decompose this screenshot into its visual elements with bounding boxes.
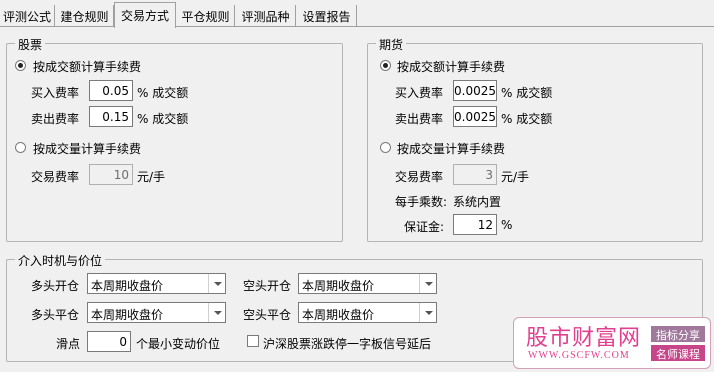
tab-formula[interactable]: 评测公式: [0, 5, 55, 27]
tab-open-rules[interactable]: 建仓规则: [56, 5, 114, 27]
long-close-label: 多头平仓: [31, 308, 80, 322]
tab-instruments[interactable]: 评测品种: [236, 5, 296, 27]
long-open-label: 多头开仓: [31, 279, 80, 293]
stock-buy-rate-input[interactable]: 0.05: [89, 80, 133, 101]
limit-delay-checkbox[interactable]: [247, 335, 259, 347]
futures-margin-unit: %: [501, 218, 513, 232]
futures-multiplier-label: 每手乘数:: [395, 195, 448, 209]
tab-report[interactable]: 设置报告: [297, 5, 357, 27]
stock-radio-by-volume[interactable]: [15, 142, 26, 153]
limit-delay-label[interactable]: 沪深股票涨跌停一字板信号延后: [263, 335, 431, 352]
stock-fee-rate-unit: 元/手: [137, 170, 166, 184]
tab-close-rules[interactable]: 平仓规则: [177, 5, 235, 27]
stock-radio-by-amount-label: 按成交额计算手续费: [33, 60, 142, 74]
watermark-url: WWW.GSCFW.COM: [528, 350, 630, 361]
chevron-down-icon[interactable]: [208, 274, 225, 293]
stock-group-title: 股票: [15, 36, 46, 53]
futures-radio-by-amount[interactable]: [380, 60, 391, 71]
watermark-tag-course: 名师课程: [651, 345, 705, 361]
futures-sell-rate-label: 卖出费率: [395, 112, 444, 126]
slippage-label: 滑点: [56, 337, 81, 351]
stock-buy-rate-unit: % 成交额: [137, 86, 189, 100]
stock-sell-rate-label: 卖出费率: [31, 112, 80, 126]
stock-sell-rate-input[interactable]: 0.15: [89, 106, 133, 127]
short-close-label: 空头平仓: [243, 308, 292, 322]
stock-sell-rate-unit: % 成交额: [137, 112, 189, 126]
futures-group-title: 期货: [376, 36, 407, 53]
futures-multiplier-value: 系统内置: [453, 195, 502, 209]
chevron-down-icon[interactable]: [419, 303, 436, 322]
chevron-down-icon[interactable]: [208, 303, 225, 322]
futures-sell-rate-input[interactable]: 0.0025: [453, 106, 497, 127]
long-close-select[interactable]: 本周期收盘价: [87, 302, 226, 323]
chevron-down-icon[interactable]: [419, 274, 436, 293]
futures-sell-rate-unit: % 成交额: [501, 112, 553, 126]
stock-fee-rate-label: 交易费率: [31, 170, 80, 184]
long-close-select-value: 本周期收盘价: [91, 308, 164, 322]
tab-bar: 评测公式 建仓规则 交易方式 平仓规则 评测品种 设置报告: [0, 0, 714, 28]
stock-radio-by-volume-label: 按成交量计算手续费: [33, 142, 142, 156]
futures-buy-rate-input[interactable]: 0.0025: [453, 80, 497, 101]
watermark-logo: 股市财富网 WWW.GSCFW.COM 指标分享 名师课程: [513, 317, 711, 369]
short-open-select-value: 本周期收盘价: [302, 279, 375, 293]
stock-buy-rate-label: 买入费率: [31, 86, 80, 100]
futures-fee-rate-input[interactable]: 3: [453, 164, 497, 185]
futures-buy-rate-label: 买入费率: [395, 86, 444, 100]
watermark-tag-share: 指标分享: [651, 326, 705, 342]
futures-buy-rate-unit: % 成交额: [501, 86, 553, 100]
futures-radio-by-volume[interactable]: [380, 142, 391, 153]
stock-fee-rate-input[interactable]: 10: [89, 164, 133, 185]
stock-radio-by-amount[interactable]: [15, 60, 26, 71]
long-open-select-value: 本周期收盘价: [91, 279, 164, 293]
futures-radio-by-amount-label: 按成交额计算手续费: [397, 60, 506, 74]
short-open-select[interactable]: 本周期收盘价: [298, 273, 437, 294]
watermark-brand: 股市财富网: [526, 326, 642, 351]
futures-fee-rate-unit: 元/手: [501, 170, 530, 184]
timing-group-title: 介入时机与价位: [15, 252, 106, 269]
short-open-label: 空头开仓: [243, 279, 292, 293]
futures-fee-rate-label: 交易费率: [395, 170, 444, 184]
slippage-input[interactable]: 0: [87, 331, 131, 352]
futures-radio-by-volume-label: 按成交量计算手续费: [397, 142, 506, 156]
long-open-select[interactable]: 本周期收盘价: [87, 273, 226, 294]
short-close-select-value: 本周期收盘价: [302, 308, 375, 322]
slippage-unit: 个最小变动价位: [136, 337, 221, 351]
short-close-select[interactable]: 本周期收盘价: [298, 302, 437, 323]
futures-margin-label: 保证金:: [404, 220, 445, 234]
tab-trade-method[interactable]: 交易方式: [114, 2, 176, 28]
futures-margin-input[interactable]: 12: [453, 214, 497, 235]
